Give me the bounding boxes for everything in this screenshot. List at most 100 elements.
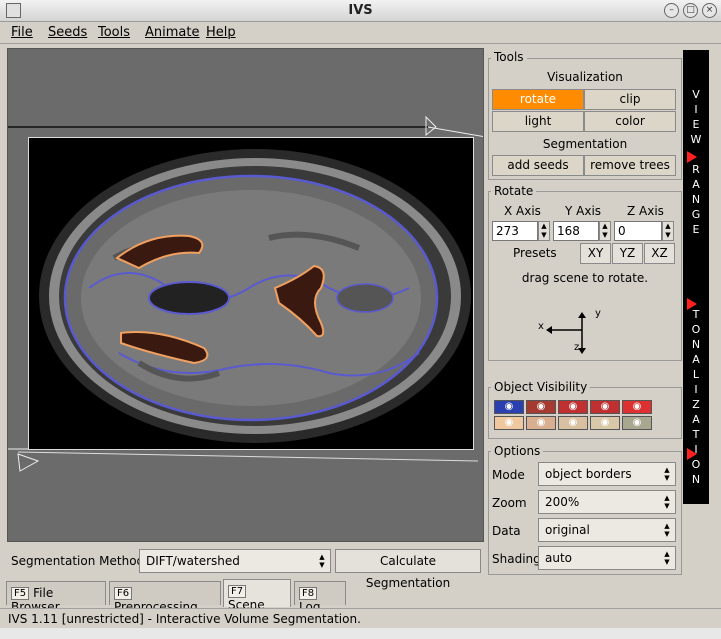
shading-label: Shading [492,552,541,566]
sidebar-letter: N [691,473,701,486]
sidebar-letter: G [691,208,701,221]
maximize-icon[interactable]: □ [683,3,698,18]
add-seeds-button[interactable]: add seeds [492,155,584,176]
tab-file-browser[interactable]: F5 File Browser [6,581,106,614]
scene-viewport[interactable] [7,48,484,542]
visualization-heading: Visualization [547,70,623,84]
select-arrows-icon: ▲ ▼ [664,550,670,566]
visibility-eye-icon[interactable]: ◉ [526,416,556,430]
x-axis-glyph: x [538,321,544,332]
z-axis-spinner[interactable]: ▲ ▼ [662,221,674,241]
visibility-eye-icon[interactable]: ◉ [622,400,652,414]
tab-preprocessing[interactable]: F6Preprocessing [109,581,221,614]
presets-label: Presets [513,246,557,260]
sidebar-letter: T [692,428,700,441]
sidebar-letter: O [691,323,701,336]
remove-trees-button[interactable]: remove trees [584,155,676,176]
x-axis-spinner[interactable]: ▲ ▼ [538,221,550,241]
visibility-eye-icon[interactable]: ◉ [558,416,588,430]
y-axis-input[interactable]: 168 [553,221,599,241]
tonalization-top-marker-icon[interactable] [687,298,697,310]
segmentation-bar: Segmentation Method: DIFT/watershed ▲ ▼ C… [7,547,484,590]
close-icon[interactable]: × [702,3,717,18]
segmentation-method-label: Segmentation Method: [11,554,149,568]
shading-value: auto [545,551,573,565]
sidebar-letter: A [692,178,700,191]
desktop-strip [0,628,721,639]
sidebar-letter: E [692,223,700,236]
zoom-value: 200% [545,495,580,509]
range-sidebar[interactable]: VIEWRANGE TONALIZATION [683,50,709,504]
rotate-group-title: Rotate [491,184,537,198]
tab-log[interactable]: F8Log [294,581,346,614]
visibility-eye-icon[interactable]: ◉ [494,400,524,414]
brain-scan-image [39,149,471,443]
segmentation-method-select[interactable]: DIFT/watershed ▲ ▼ [139,549,331,573]
tab-key: F6 [114,587,133,600]
mode-label: Mode [492,468,525,482]
tools-group-title: Tools [491,50,527,64]
menu-file[interactable]: File [11,25,33,40]
data-value: original [545,523,590,537]
sidebar-letter: O [691,458,701,471]
light-button[interactable]: light [492,111,584,132]
y-axis-label: Y Axis [565,204,602,218]
menu-animate[interactable]: Animate [145,25,199,40]
select-arrows-icon: ▲ ▼ [319,553,325,569]
rotate-button[interactable]: rotate [492,89,584,110]
tab-bar: F5 File Browser F6Preprocessing F7Scene F… [0,579,721,614]
menu-seeds[interactable]: Seeds [48,25,87,40]
mode-value: object borders [545,467,632,481]
visibility-eye-icon[interactable]: ◉ [622,416,652,430]
visibility-eye-icon[interactable]: ◉ [558,400,588,414]
sidebar-letter: Z [692,398,700,411]
zoom-label: Zoom [492,496,527,510]
menu-help[interactable]: Help [206,25,236,40]
tab-key: F8 [299,587,318,600]
select-arrows-icon: ▲ ▼ [664,466,670,482]
visibility-eye-icon[interactable]: ◉ [590,400,620,414]
window-title: IVS [348,3,373,18]
tab-key: F5 [11,587,30,600]
preset-xz-button[interactable]: XZ [644,243,675,264]
x-axis-input[interactable]: 273 [492,221,538,241]
sidebar-letter: I [694,383,698,396]
data-label: Data [492,524,521,538]
tab-key: F7 [228,585,247,598]
visibility-eye-icon[interactable]: ◉ [526,400,556,414]
sidebar-letter: A [692,353,700,366]
z-axis-input[interactable]: 0 [614,221,662,241]
view-range-marker-icon[interactable] [687,151,697,163]
sidebar-letter: N [691,193,701,206]
tonalization-marker-icon[interactable] [687,448,697,460]
menu-tools[interactable]: Tools [98,25,130,40]
data-select[interactable]: original ▲ ▼ [538,518,676,542]
sidebar-letter: T [692,308,700,321]
clip-button[interactable]: clip [584,89,676,110]
sidebar-letter: V [692,88,700,101]
minimize-icon[interactable]: – [664,3,679,18]
shading-select[interactable]: auto ▲ ▼ [538,546,676,570]
visibility-eye-icon[interactable]: ◉ [590,416,620,430]
x-axis-label: X Axis [504,204,541,218]
preset-yz-button[interactable]: YZ [612,243,643,264]
sidebar-letter: I [694,103,698,116]
status-text: IVS 1.11 [unrestricted] - Interactive Vo… [8,612,361,626]
visibility-eye-icon[interactable]: ◉ [494,416,524,430]
select-arrows-icon: ▲ ▼ [664,494,670,510]
y-axis-spinner[interactable]: ▲ ▼ [599,221,611,241]
z-axis-glyph: z [574,342,580,353]
tab-scene[interactable]: F7Scene [223,579,291,612]
sidebar-letter: L [692,368,700,381]
sidebar-letter: E [692,118,700,131]
preset-xy-button[interactable]: XY [580,243,611,264]
rotate-hint: drag scene to rotate. [521,271,649,285]
axis-gizmo-icon: x y z [538,308,601,356]
calculate-segmentation-button[interactable]: Calculate Segmentation [335,549,481,590]
sidebar-letter: R [692,163,700,176]
segmentation-heading: Segmentation [542,137,628,151]
mode-select[interactable]: object borders ▲ ▼ [538,462,676,486]
mri-slice[interactable] [28,137,474,450]
color-button[interactable]: color [584,111,676,132]
zoom-select[interactable]: 200% ▲ ▼ [538,490,676,514]
